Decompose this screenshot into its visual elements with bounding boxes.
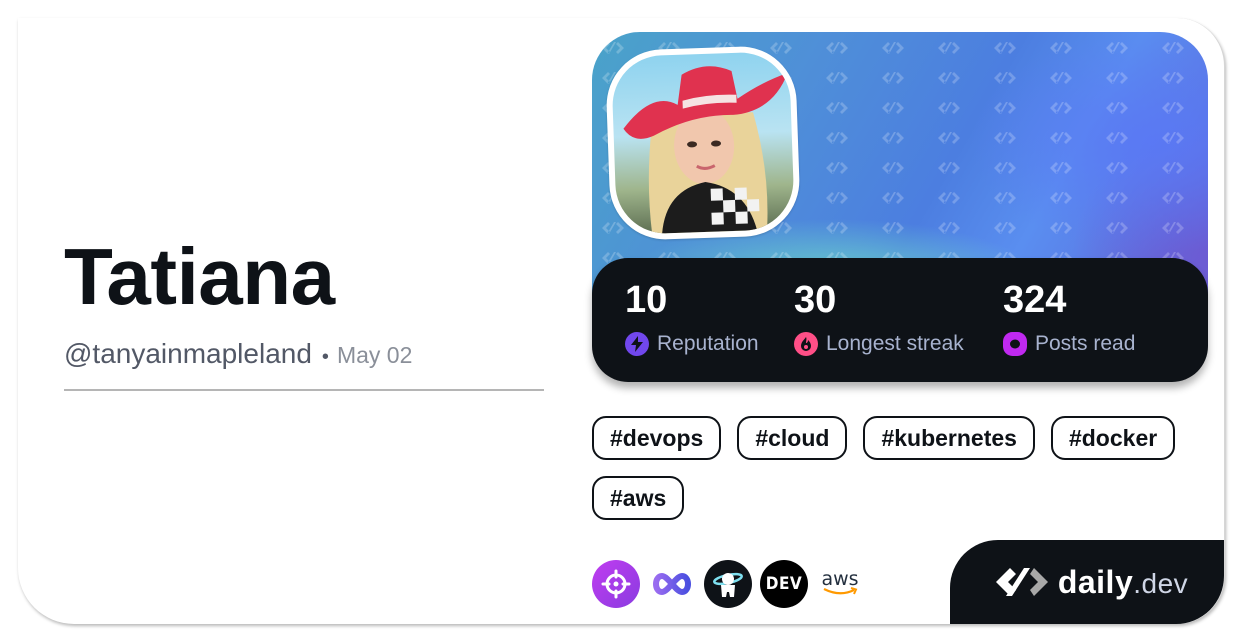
pattern-logo-mark bbox=[770, 42, 792, 54]
profile-info: Tatiana @tanyainmapleland • May 02 bbox=[64, 232, 544, 370]
daily-dev-logo-icon bbox=[995, 568, 1048, 596]
pattern-logo-mark bbox=[1106, 192, 1128, 204]
stat-longest-streak: 30 Longest streak bbox=[794, 278, 964, 356]
pattern-logo-mark bbox=[994, 222, 1016, 234]
separator-dot: • bbox=[321, 346, 329, 368]
stat-label: Reputation bbox=[657, 332, 759, 355]
pattern-logo-mark bbox=[994, 132, 1016, 144]
avatar[interactable] bbox=[610, 50, 796, 236]
pattern-logo-mark bbox=[882, 132, 904, 144]
pattern-logo-mark bbox=[994, 42, 1016, 54]
pattern-logo-mark bbox=[826, 192, 848, 204]
stat-value: 10 bbox=[625, 279, 668, 321]
pattern-logo-mark bbox=[826, 162, 848, 174]
brand-tld: .dev bbox=[1133, 567, 1189, 599]
stat-value: 324 bbox=[1003, 279, 1067, 321]
pattern-logo-mark bbox=[938, 132, 960, 144]
pattern-logo-mark bbox=[1162, 72, 1184, 84]
pattern-logo-mark bbox=[1050, 42, 1072, 54]
lightning-icon bbox=[625, 332, 649, 356]
crosshair-icon[interactable] bbox=[592, 560, 640, 608]
pattern-logo-mark bbox=[994, 102, 1016, 114]
pattern-logo-mark bbox=[1050, 72, 1072, 84]
pattern-logo-mark bbox=[1050, 222, 1072, 234]
pattern-logo-mark bbox=[1106, 222, 1128, 234]
pattern-logo-mark bbox=[826, 102, 848, 114]
pattern-logo-mark bbox=[1050, 192, 1072, 204]
flame-icon bbox=[794, 332, 818, 356]
tag-docker[interactable]: #docker bbox=[1050, 416, 1176, 460]
pattern-logo-mark bbox=[938, 222, 960, 234]
pattern-logo-mark bbox=[882, 222, 904, 234]
pattern-logo-mark bbox=[1162, 132, 1184, 144]
tag-cloud[interactable]: #cloud bbox=[737, 416, 848, 460]
astronaut-icon[interactable] bbox=[704, 560, 752, 608]
pattern-logo-mark bbox=[938, 102, 960, 114]
pattern-logo-mark bbox=[938, 192, 960, 204]
pattern-logo-mark bbox=[1162, 42, 1184, 54]
pattern-logo-mark bbox=[1106, 132, 1128, 144]
stats-panel: 10 Reputation 30 Longest streak 324 Post… bbox=[592, 258, 1208, 382]
pattern-logo-mark bbox=[882, 72, 904, 84]
aws-badge-text: aws bbox=[821, 568, 859, 590]
pattern-logo-mark bbox=[882, 102, 904, 114]
pattern-logo-mark bbox=[882, 162, 904, 174]
tag-list: #devops #cloud #kubernetes #docker #aws bbox=[592, 416, 1212, 520]
avatar-illustration bbox=[623, 66, 788, 234]
pattern-logo-mark bbox=[938, 162, 960, 174]
pattern-logo-mark bbox=[1162, 192, 1184, 204]
pattern-logo-mark bbox=[994, 162, 1016, 174]
stat-posts-read: 324 Posts read bbox=[1003, 278, 1135, 356]
pattern-logo-mark bbox=[882, 42, 904, 54]
dev-icon[interactable]: DEV bbox=[760, 560, 808, 608]
stat-label: Longest streak bbox=[826, 332, 964, 355]
pattern-logo-mark bbox=[994, 72, 1016, 84]
pattern-logo-mark bbox=[1050, 102, 1072, 114]
handle-row: @tanyainmapleland • May 02 bbox=[64, 338, 544, 370]
pattern-logo-mark bbox=[994, 192, 1016, 204]
source-badges: DEV aws bbox=[592, 560, 864, 608]
pattern-logo-mark bbox=[938, 72, 960, 84]
pattern-logo-mark bbox=[1162, 222, 1184, 234]
pattern-logo-mark bbox=[1106, 72, 1128, 84]
stat-reputation: 10 Reputation bbox=[625, 278, 759, 356]
pattern-logo-mark bbox=[1162, 162, 1184, 174]
pattern-logo-mark bbox=[1162, 102, 1184, 114]
infinity-icon[interactable] bbox=[648, 560, 696, 608]
tag-kubernetes[interactable]: #kubernetes bbox=[863, 416, 1035, 460]
pattern-logo-mark bbox=[826, 222, 848, 234]
pattern-logo-mark bbox=[1106, 42, 1128, 54]
pattern-logo-mark bbox=[826, 72, 848, 84]
joined-date: May 02 bbox=[336, 342, 413, 368]
pattern-logo-mark bbox=[602, 222, 624, 234]
pattern-logo-mark bbox=[1106, 162, 1128, 174]
stat-label: Posts read bbox=[1035, 332, 1136, 355]
stat-value: 30 bbox=[794, 279, 837, 321]
pattern-logo-mark bbox=[826, 42, 848, 54]
avatar-frame bbox=[604, 44, 802, 242]
brand-wordmark[interactable]: daily.dev bbox=[1058, 564, 1188, 601]
eye-icon bbox=[1003, 332, 1027, 356]
pattern-logo-mark bbox=[1106, 102, 1128, 114]
profile-handle[interactable]: @tanyainmapleland bbox=[64, 338, 312, 370]
pattern-logo-mark bbox=[938, 42, 960, 54]
aws-icon[interactable]: aws bbox=[816, 560, 864, 608]
tag-devops[interactable]: #devops bbox=[592, 416, 722, 460]
profile-name: Tatiana bbox=[64, 232, 335, 321]
brand-footer: daily.dev bbox=[950, 540, 1224, 624]
pattern-logo-mark bbox=[1050, 162, 1072, 174]
pattern-logo-mark bbox=[826, 132, 848, 144]
tag-aws[interactable]: #aws bbox=[592, 476, 685, 520]
pattern-logo-mark bbox=[602, 42, 624, 54]
brand-name: daily bbox=[1057, 563, 1134, 600]
pattern-logo-mark bbox=[1050, 132, 1072, 144]
divider bbox=[64, 389, 544, 391]
pattern-logo-mark bbox=[882, 192, 904, 204]
dev-badge-text: DEV bbox=[765, 574, 803, 594]
